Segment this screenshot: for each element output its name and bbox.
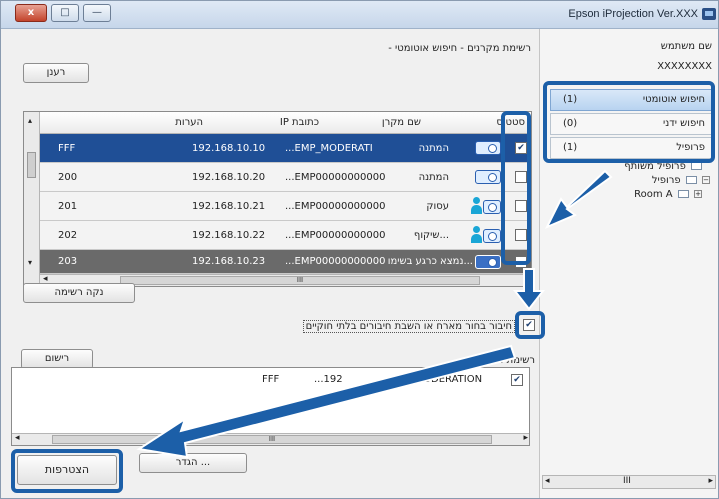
arrow-to-join-icon (136, 344, 517, 459)
arrow-to-table-icon (544, 169, 613, 229)
instruction-arrows (136, 169, 613, 459)
app-window: x □ — Epson iProjection Ver.XXX שם משתמש… (0, 0, 719, 499)
arrow-down-icon (512, 268, 546, 311)
